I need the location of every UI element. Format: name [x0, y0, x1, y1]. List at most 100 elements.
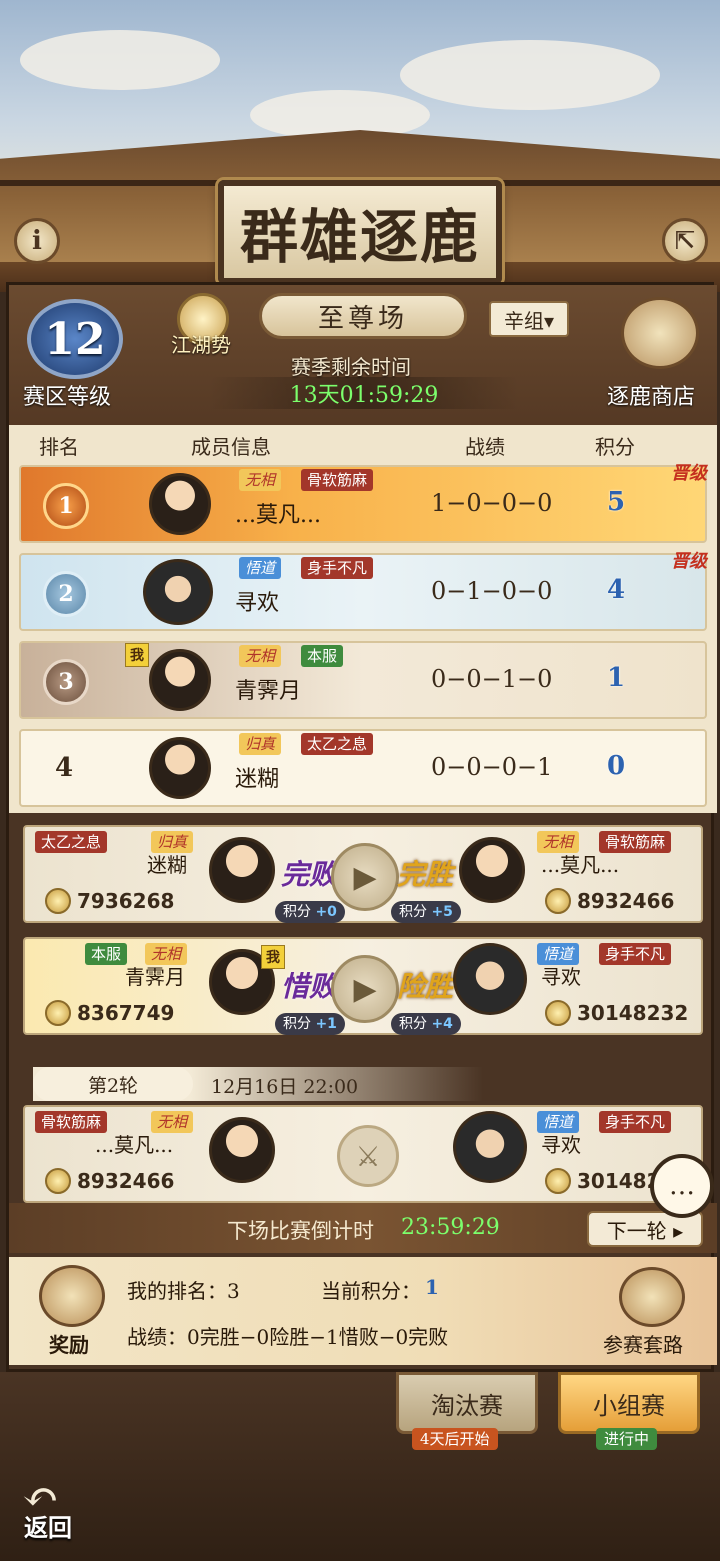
reward-chest-icon[interactable] — [39, 1265, 105, 1327]
round-bar: 第2轮 12月16日 22:00 — [33, 1067, 483, 1101]
player-name: 寻欢 — [541, 1133, 581, 1157]
back-label: 返回 — [24, 1513, 72, 1542]
shop-label[interactable]: 逐鹿商店 — [607, 379, 695, 411]
mode-plaque: 至尊场 — [259, 293, 467, 339]
bottom-bar: 淘汰赛 4天后开始 小组赛 进行中 ↶ 返回 — [0, 1372, 720, 1561]
points-badge: 积分 +5 — [391, 901, 461, 923]
rank-medal: 2 — [43, 571, 89, 617]
rank-medal: 3 — [43, 659, 89, 705]
skill-tag: 本服 — [85, 943, 128, 965]
avatar[interactable] — [209, 837, 275, 903]
skill-tag: 身手不凡 — [301, 557, 374, 579]
record: 0−0−0−1 — [431, 753, 553, 781]
header-rank: 排名 — [39, 435, 79, 459]
book-icon[interactable] — [619, 1267, 685, 1327]
replay-button[interactable]: ▶ — [331, 955, 399, 1023]
skill-tag: 归真 — [239, 733, 282, 755]
main-panel: 12 赛区等级 江湖势 至尊场 辛组▾ 赛季剩余时间 13天01:59:29 逐… — [6, 282, 717, 1372]
skill-tag: 身手不凡 — [599, 1111, 672, 1133]
power-display: 7936268 — [45, 887, 174, 915]
tab-knockout[interactable]: 淘汰赛 — [396, 1372, 538, 1434]
header-area: 12 赛区等级 江湖势 至尊场 辛组▾ 赛季剩余时间 13天01:59:29 逐… — [9, 285, 717, 425]
player-name: ...莫凡... — [541, 853, 620, 877]
reward-label[interactable]: 奖励 — [49, 1329, 89, 1358]
tab-knockout-status: 4天后开始 — [412, 1428, 498, 1450]
my-score-label: 当前积分： — [321, 1279, 421, 1303]
upcoming-match-card[interactable]: 骨软筋麻 无相 ...莫凡... 8932466 ⚔ 悟道 身手不凡 寻欢 30… — [23, 1105, 703, 1203]
power-display: 8932466 — [545, 887, 674, 915]
season-time: 13天01:59:29 — [209, 377, 519, 409]
score: 4 — [607, 575, 626, 605]
points-badge: 积分 +1 — [275, 1013, 345, 1035]
score: 1 — [607, 663, 626, 693]
header-record: 战绩 — [465, 435, 505, 459]
rank-medal: 1 — [43, 483, 89, 529]
player-name: ...莫凡... — [235, 503, 321, 528]
header-member: 成员信息 — [191, 435, 271, 459]
avatar[interactable] — [209, 1117, 275, 1183]
player-name: 青霁月 — [125, 965, 185, 989]
avatar[interactable] — [459, 837, 525, 903]
avatar[interactable] — [453, 1111, 527, 1183]
shop-icon[interactable] — [621, 297, 699, 369]
tab-group-stage[interactable]: 小组赛 — [558, 1372, 700, 1434]
power-display: 30148232 — [545, 999, 688, 1027]
record: 0−0−1−0 — [431, 665, 553, 693]
player-name: 迷糊 — [147, 853, 187, 877]
power-icon — [45, 888, 71, 914]
countdown-bar: 下场比赛倒计时 23:59:29 下一轮 ▸ — [9, 1203, 717, 1253]
ranking-row[interactable]: 2 悟道 身手不凡 寻欢 0−1−0−0 4 晋级 — [19, 553, 707, 631]
my-rank: 我的排名：3 — [127, 1279, 240, 1303]
countdown-label: 下场比赛倒计时 — [227, 1219, 374, 1243]
match-result: 惜败 — [281, 970, 338, 1003]
power-display: 8932466 — [45, 1167, 174, 1195]
score: 5 — [607, 487, 626, 517]
crossed-swords-icon: ⚔ — [337, 1125, 399, 1187]
player-name: ...莫凡... — [95, 1133, 174, 1157]
ranking-row[interactable]: 3 我 无相 本服 青霁月 0−0−1−0 1 — [19, 641, 707, 719]
match-card[interactable]: 本服 无相 青霁月 8367749 我 惜败 ▶ 险胜 积分 +1 积分 +4 … — [23, 937, 703, 1035]
my-info-box: 奖励 我的排名：3 当前积分： 1 战绩：0完胜−0险胜−1惜败−0完败 参赛套… — [9, 1257, 717, 1365]
ranking-row[interactable]: 4 归真 太乙之息 迷糊 0−0−0−1 0 — [19, 729, 707, 807]
match-result: 完败 — [281, 858, 338, 891]
ranking-row[interactable]: 1 无相 骨软筋麻 ...莫凡... 1−0−0−0 5 晋级 — [19, 465, 707, 543]
region-level-label: 赛区等级 — [23, 385, 112, 410]
tactics-label[interactable]: 参赛套路 — [603, 1329, 683, 1358]
avatar[interactable] — [149, 737, 211, 799]
promotion-badge: 晋级 — [671, 551, 707, 572]
match-result: 险胜 — [397, 970, 454, 1003]
skill-tag: 无相 — [239, 469, 282, 491]
me-badge: 我 — [125, 643, 149, 667]
skill-tag: 太乙之息 — [35, 831, 108, 853]
chat-icon[interactable]: … — [650, 1154, 714, 1218]
replay-button[interactable]: ▶ — [331, 843, 399, 911]
region-level-emblem[interactable]: 12 — [27, 299, 123, 379]
skill-tag: 骨软筋麻 — [301, 469, 374, 491]
my-record: 战绩：0完胜−0险胜−1惜败−0完败 — [127, 1325, 449, 1349]
player-name: 青霁月 — [235, 679, 302, 704]
ranking-list: 1 无相 骨软筋麻 ...莫凡... 1−0−0−0 5 晋级 2 悟道 身手不… — [9, 461, 717, 813]
avatar[interactable] — [143, 559, 213, 625]
promotion-badge: 晋级 — [671, 463, 707, 484]
header-score: 积分 — [595, 435, 635, 459]
back-button[interactable]: ↶ 返回 — [18, 1472, 88, 1542]
skill-tag: 身手不凡 — [599, 943, 672, 965]
season-label: 赛季剩余时间 — [291, 355, 411, 379]
avatar[interactable] — [453, 943, 527, 1015]
round-time: 12月16日 22:00 — [211, 1076, 359, 1098]
share-icon[interactable]: ⇱ — [662, 218, 708, 264]
page-title: 群雄逐鹿 — [239, 203, 480, 271]
jianghu-label: 江湖势 — [171, 333, 231, 357]
avatar[interactable] — [149, 473, 211, 535]
match-card[interactable]: 太乙之息 归真 迷糊 7936268 完败 ▶ 完胜 积分 +0 积分 +5 无… — [23, 825, 703, 923]
info-icon[interactable]: i — [14, 218, 60, 264]
match-result: 完胜 — [397, 858, 454, 891]
score: 0 — [607, 751, 626, 781]
avatar[interactable] — [149, 649, 211, 711]
player-name: 寻欢 — [235, 591, 280, 616]
my-score-value: 1 — [425, 1275, 439, 1299]
power-icon — [545, 888, 571, 914]
skill-tag: 太乙之息 — [301, 733, 374, 755]
group-select[interactable]: 辛组▾ — [489, 301, 569, 337]
ranking-header: 排名 成员信息 战绩 积分 — [9, 425, 717, 461]
